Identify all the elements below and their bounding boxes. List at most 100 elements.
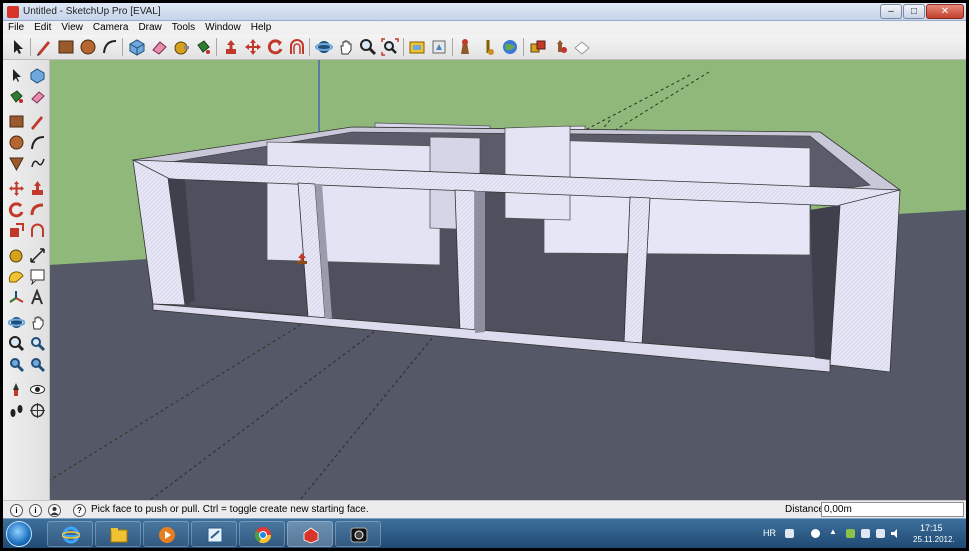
- text-icon[interactable]: [29, 268, 46, 286]
- menu-help[interactable]: Help: [246, 21, 277, 34]
- zoom-icon[interactable]: [8, 335, 25, 352]
- section-plane-icon[interactable]: [29, 402, 46, 419]
- eraser-icon[interactable]: [29, 88, 46, 105]
- minimize-button[interactable]: –: [880, 4, 902, 19]
- orbit-icon[interactable]: [7, 314, 26, 331]
- paint-bucket-icon[interactable]: [8, 88, 25, 105]
- orbit-icon[interactable]: [315, 38, 333, 56]
- menu-bar: File Edit View Camera Draw Tools Window Help: [3, 21, 966, 35]
- protractor-icon[interactable]: [8, 268, 25, 285]
- move-icon[interactable]: [8, 180, 25, 197]
- chrome-icon[interactable]: [239, 521, 285, 547]
- menu-tools[interactable]: Tools: [167, 21, 200, 34]
- menu-camera[interactable]: Camera: [88, 21, 134, 34]
- menu-edit[interactable]: Edit: [29, 21, 56, 34]
- volume-icon[interactable]: [891, 529, 900, 538]
- network-icon[interactable]: [876, 529, 885, 538]
- push-pull-icon[interactable]: [29, 180, 46, 197]
- show-hidden-icons-icon[interactable]: ▲: [829, 527, 838, 536]
- close-button[interactable]: ✕: [926, 4, 964, 19]
- arc-icon[interactable]: [29, 134, 46, 151]
- share-model-icon[interactable]: [430, 38, 448, 56]
- push-pull-icon[interactable]: [222, 38, 240, 56]
- help-icon[interactable]: ?: [73, 504, 86, 517]
- offset-icon[interactable]: [288, 38, 306, 56]
- pan-icon[interactable]: [29, 314, 46, 331]
- google-earth-icon[interactable]: [479, 38, 497, 56]
- make-component-icon[interactable]: [128, 38, 146, 56]
- language-indicator[interactable]: HR: [763, 528, 776, 538]
- system-tray: HR ▲ 17:15 25.11.2012.: [763, 519, 966, 548]
- distance-value-field[interactable]: 0,00m: [821, 502, 964, 517]
- geo-icon[interactable]: i: [10, 504, 23, 517]
- zoom-extents-icon[interactable]: [8, 356, 25, 373]
- camera-app-icon[interactable]: [335, 521, 381, 547]
- scale-icon[interactable]: [8, 222, 25, 239]
- select-icon[interactable]: [9, 38, 27, 56]
- clock-date[interactable]: 25.11.2012.: [913, 535, 955, 544]
- arc-icon[interactable]: [101, 38, 119, 56]
- modeling-viewport[interactable]: [50, 60, 966, 500]
- circle-icon[interactable]: [8, 134, 25, 151]
- look-around-icon[interactable]: [29, 381, 46, 398]
- extensions-icon[interactable]: [501, 38, 519, 56]
- toolbar-separator: [30, 38, 31, 56]
- user-icon[interactable]: [48, 504, 61, 517]
- zoom-window-icon[interactable]: [29, 335, 46, 352]
- axes-icon[interactable]: [8, 289, 25, 306]
- toolbar-separator: [523, 38, 524, 56]
- internet-explorer-icon[interactable]: [47, 521, 93, 547]
- start-button[interactable]: [6, 521, 32, 547]
- pencil-icon[interactable]: [35, 38, 53, 56]
- zoom-extents-icon[interactable]: [381, 38, 399, 56]
- menu-file[interactable]: File: [3, 21, 29, 34]
- get-models-icon[interactable]: [408, 38, 426, 56]
- previous-view-icon[interactable]: [29, 356, 46, 373]
- photo-textures-icon[interactable]: [573, 38, 591, 56]
- menu-draw[interactable]: Draw: [133, 21, 166, 34]
- zoom-icon[interactable]: [359, 38, 377, 56]
- menu-window[interactable]: Window: [200, 21, 246, 34]
- rotate-icon[interactable]: [8, 201, 25, 218]
- paint-bucket-icon[interactable]: [194, 38, 212, 56]
- flag-icon[interactable]: [861, 529, 870, 538]
- dimension-icon[interactable]: [29, 247, 46, 264]
- walk-icon[interactable]: [8, 402, 25, 419]
- tape-measure-icon[interactable]: [172, 38, 190, 56]
- share-component-icon[interactable]: [457, 38, 475, 56]
- follow-me-icon[interactable]: [29, 201, 46, 218]
- tape-measure-icon[interactable]: [8, 247, 25, 264]
- line-icon[interactable]: [29, 113, 46, 130]
- explorer-folder-icon[interactable]: [95, 521, 141, 547]
- media-player-icon[interactable]: [143, 521, 189, 547]
- select-icon[interactable]: [8, 67, 25, 84]
- notepad-icon[interactable]: [191, 521, 237, 547]
- tray-app-icon[interactable]: [811, 529, 820, 538]
- large-tool-set: [3, 60, 50, 500]
- rectangle-icon[interactable]: [57, 38, 75, 56]
- polygon-icon[interactable]: [8, 155, 25, 172]
- 3d-text-icon[interactable]: [29, 288, 46, 306]
- eraser-icon[interactable]: [150, 38, 168, 56]
- make-component-icon[interactable]: [29, 67, 46, 84]
- geo-location-icon[interactable]: [551, 38, 569, 56]
- circle-icon[interactable]: [79, 38, 97, 56]
- move-icon[interactable]: [244, 38, 262, 56]
- credits-icon[interactable]: i: [29, 504, 42, 517]
- window-title: Untitled - SketchUp Pro [EVAL]: [23, 6, 161, 17]
- freehand-icon[interactable]: [29, 155, 46, 172]
- menu-view[interactable]: View: [56, 21, 88, 34]
- tray-updates-icon[interactable]: [846, 529, 855, 538]
- toolbar-separator: [452, 38, 453, 56]
- position-camera-icon[interactable]: [8, 381, 25, 398]
- rotate-icon[interactable]: [266, 38, 284, 56]
- offset-icon[interactable]: [29, 222, 46, 239]
- pan-icon[interactable]: [337, 38, 355, 56]
- clock-time[interactable]: 17:15: [920, 523, 943, 533]
- maximize-button[interactable]: □: [903, 4, 925, 19]
- distance-label: Distance: [785, 504, 824, 515]
- sandbox-icon[interactable]: [529, 38, 547, 56]
- keyboard-icon[interactable]: [785, 529, 794, 538]
- rectangle-icon[interactable]: [8, 113, 25, 130]
- sketchup-icon[interactable]: [287, 521, 333, 547]
